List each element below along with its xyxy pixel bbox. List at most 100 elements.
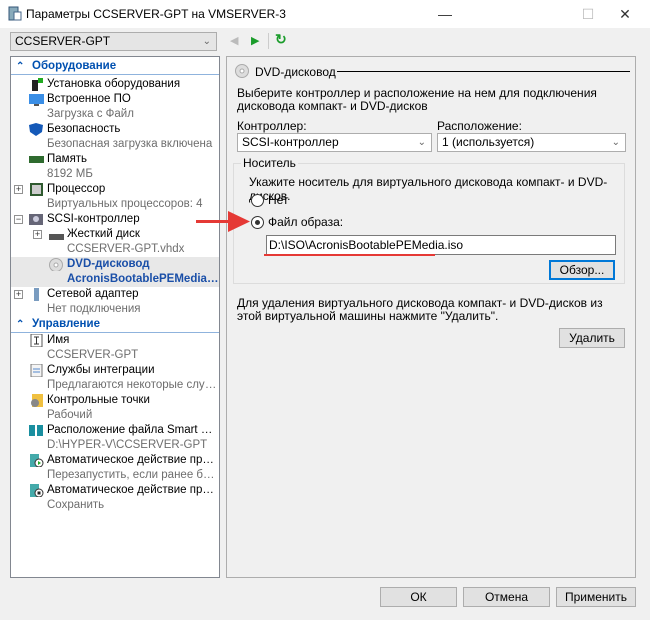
chevron-down-icon: ⌄: [202, 36, 211, 47]
expand-icon[interactable]: +: [14, 290, 23, 299]
tree-item-memory[interactable]: Память 8192 МБ: [11, 152, 219, 182]
controller-value: SCSI-контроллер: [242, 135, 339, 149]
item-label: Встроенное ПО: [47, 93, 131, 105]
item-sub: Предлагаются некоторые службы: [47, 379, 219, 391]
item-sub: Рабочий: [47, 409, 93, 421]
dvd-icon: [235, 64, 249, 78]
name-icon: [30, 334, 43, 347]
item-sub: CCSERVER-GPT: [47, 349, 139, 361]
vm-settings-icon: [8, 6, 22, 21]
processor-icon: [30, 183, 43, 196]
media-hint: Укажите носитель для виртуального дисков…: [249, 175, 608, 203]
remove-hint: Для удаления виртуального дисковода комп…: [237, 296, 603, 323]
add-hardware-icon: [32, 78, 43, 91]
tree-item-checkpoints[interactable]: Контрольные точки Рабочий: [11, 393, 219, 423]
ok-button[interactable]: ОК: [380, 587, 457, 607]
back-icon[interactable]: ◀: [230, 34, 238, 47]
section-hardware[interactable]: ⌃ Оборудование: [11, 59, 219, 75]
item-label: Автоматическое действие при за...: [47, 484, 219, 496]
hard-disk-icon: [49, 234, 64, 240]
auto-start-icon: [30, 454, 44, 467]
memory-icon: [29, 156, 44, 163]
collapse-icon: ⌃: [16, 319, 25, 330]
item-sub: 8192 МБ: [47, 168, 93, 180]
tree-item-integration-services[interactable]: Службы интеграции Предлагаются некоторые …: [11, 363, 219, 393]
close-button[interactable]: ✕: [610, 4, 640, 24]
apply-button[interactable]: Применить: [556, 587, 636, 607]
minimize-button[interactable]: —: [430, 4, 460, 24]
tree-item-add-hardware[interactable]: Установка оборудования: [11, 77, 219, 92]
tree-item-auto-stop[interactable]: Автоматическое действие при за... Сохрани…: [11, 483, 219, 513]
expand-icon[interactable]: +: [14, 185, 23, 194]
chevron-down-icon: ⌄: [417, 137, 426, 148]
controller-select[interactable]: SCSI-контроллер ⌄: [237, 133, 432, 152]
toolbar-divider: [268, 33, 269, 49]
radio-image-label: Файл образа:: [268, 215, 344, 229]
checkpoints-icon: [31, 394, 43, 407]
tree-item-processor[interactable]: + Процессор Виртуальных процессоров: 4: [11, 182, 219, 212]
tree-item-smart-paging[interactable]: Расположение файла Smart Paging D:\HYPER-…: [11, 423, 219, 453]
item-label: Жесткий диск: [67, 228, 140, 240]
section-label: Управление: [32, 318, 100, 330]
item-sub: AcronisBootablePEMedia.iso: [67, 273, 219, 285]
vm-select-value: CCSERVER-GPT: [15, 34, 111, 48]
tree-item-auto-start[interactable]: Автоматическое действие при за... Перезап…: [11, 453, 219, 483]
tree-item-security[interactable]: Безопасность Безопасная загрузка включена: [11, 122, 219, 152]
annotation-underline: [264, 254, 435, 256]
item-label: Имя: [47, 334, 70, 346]
item-label: Расположение файла Smart Paging: [47, 424, 219, 436]
expand-icon[interactable]: +: [33, 230, 42, 239]
scsi-controller-icon: [29, 214, 43, 225]
tree-item-dvd-drive[interactable]: DVD-дисковод AcronisBootablePEMedia.iso: [11, 257, 219, 287]
section-label: Оборудование: [32, 60, 117, 72]
tree-item-name[interactable]: Имя CCSERVER-GPT: [11, 333, 219, 363]
item-sub: Сохранить: [47, 499, 105, 511]
item-sub: Загрузка с Файл: [47, 108, 134, 120]
tree-item-firmware[interactable]: Встроенное ПО Загрузка с Файл: [11, 92, 219, 122]
tree-item-hard-disk[interactable]: + Жесткий диск CCSERVER-GPT.vhdx: [11, 227, 219, 257]
item-label: Процессор: [47, 183, 106, 195]
item-label: Службы интеграции: [47, 364, 155, 376]
integration-services-icon: [30, 364, 43, 377]
item-label: Безопасность: [47, 123, 121, 135]
item-sub: Нет подключения: [47, 303, 141, 315]
section-management[interactable]: ⌃ Управление: [11, 317, 219, 333]
item-label: Установка оборудования: [47, 78, 181, 90]
vm-select[interactable]: CCSERVER-GPT ⌄: [10, 32, 217, 51]
settings-tree[interactable]: ⌃ Оборудование Установка оборудования Вст…: [10, 56, 220, 578]
item-sub: D:\HYPER-V\CCSERVER-GPT: [47, 439, 208, 451]
item-label: Сетевой адаптер: [47, 288, 139, 300]
tree-item-scsi[interactable]: − SCSI-контроллер: [11, 212, 219, 227]
location-label: Расположение:: [437, 119, 522, 133]
collapse-icon[interactable]: −: [14, 215, 23, 224]
location-select[interactable]: 1 (используется) ⌄: [437, 133, 626, 152]
settings-panel: DVD-дисковод Выберите контроллер и распо…: [226, 56, 636, 578]
location-value: 1 (используется): [442, 135, 535, 149]
radio-image-file[interactable]: [251, 216, 264, 229]
forward-icon[interactable]: ▶: [251, 34, 259, 47]
smart-paging-icon: [29, 425, 43, 436]
dvd-icon: [49, 258, 63, 271]
tree-item-network-adapter[interactable]: + Сетевой адаптер Нет подключения: [11, 287, 219, 317]
chevron-down-icon: ⌄: [611, 137, 620, 148]
item-sub: Безопасная загрузка включена: [47, 138, 213, 150]
item-sub: Виртуальных процессоров: 4: [47, 198, 203, 210]
remove-button[interactable]: Удалить: [559, 328, 625, 348]
auto-stop-icon: [30, 484, 44, 497]
item-label: Автоматическое действие при за...: [47, 454, 219, 466]
maximize-button[interactable]: ☐: [573, 4, 603, 24]
item-sub: CCSERVER-GPT.vhdx: [67, 243, 185, 255]
refresh-icon[interactable]: ↻: [275, 31, 287, 48]
shield-icon: [29, 123, 43, 136]
image-path-input[interactable]: D:\ISO\AcronisBootablePEMedia.iso: [266, 235, 616, 255]
window-title: Параметры CCSERVER-GPT на VMSERVER-3: [26, 7, 286, 21]
radio-none[interactable]: [251, 194, 264, 207]
radio-none-label: Нет: [268, 193, 289, 207]
item-label: Память: [47, 153, 88, 165]
item-label: DVD-дисковод: [67, 258, 150, 270]
intro-text: Выберите контроллер и расположение на не…: [237, 86, 597, 113]
browse-button[interactable]: Обзор...: [549, 260, 615, 280]
network-adapter-icon: [34, 288, 39, 301]
title-bar: Параметры CCSERVER-GPT на VMSERVER-3 — ☐…: [0, 0, 650, 28]
cancel-button[interactable]: Отмена: [463, 587, 550, 607]
